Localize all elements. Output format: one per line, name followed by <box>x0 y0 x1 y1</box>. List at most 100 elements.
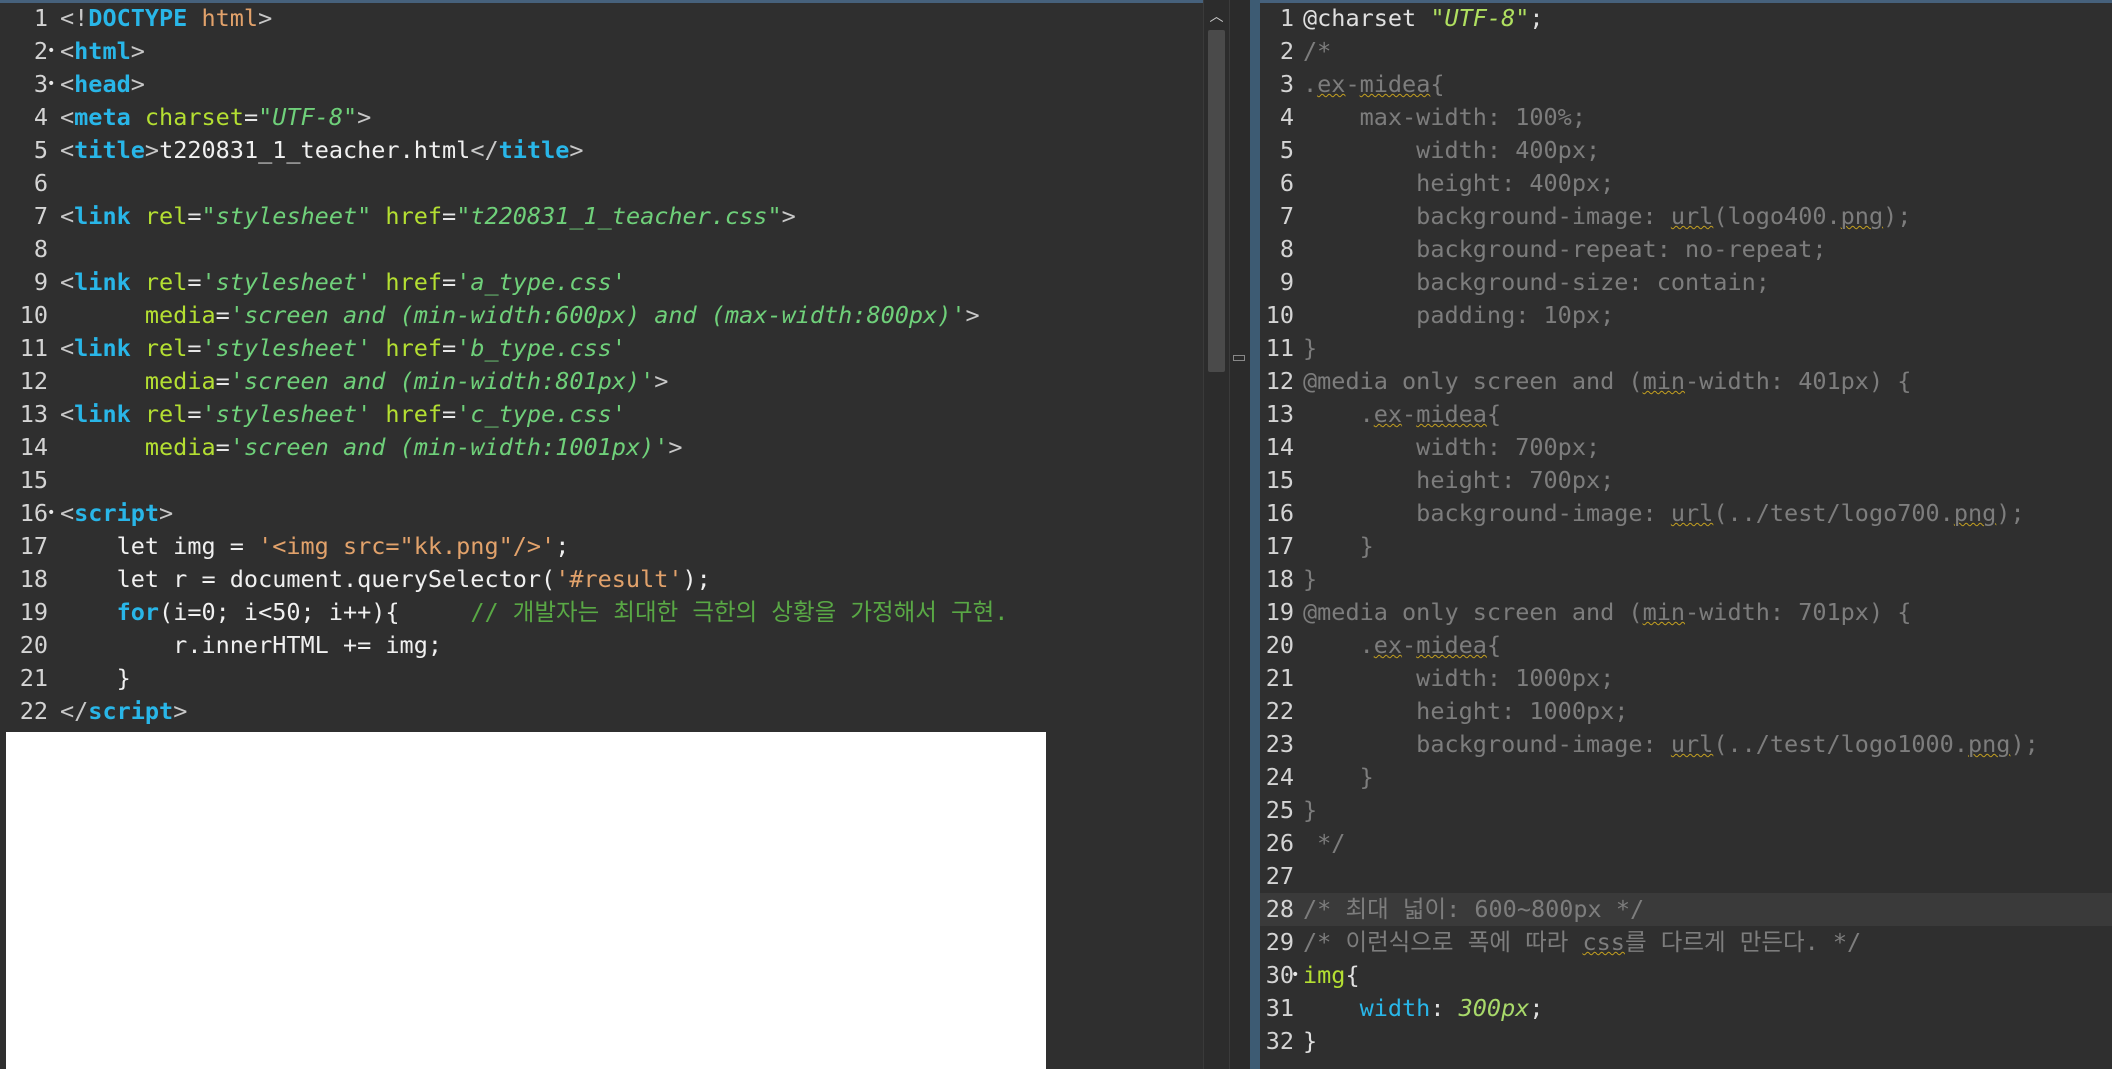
code-comment: @media only screen and ( <box>1303 598 1643 626</box>
code-line[interactable]: 32} <box>1250 1025 2112 1058</box>
code-token: > <box>668 433 683 461</box>
css-code-area[interactable]: 1 @charset "UTF-8"; 2/* 3 .ex-midea{ 4 max… <box>1250 2 2112 1058</box>
code-line[interactable]: 18 let r = document.querySelector('#resu… <box>0 563 1205 596</box>
code-line[interactable]: 1 <!DOCTYPE html> <box>0 2 1205 35</box>
code-line[interactable]: 26 */ <box>1250 827 2112 860</box>
code-line[interactable]: 23 background-image: url(../test/logo100… <box>1250 728 2112 761</box>
code-line[interactable]: 29/* 이런식으로 폭에 따라 css를 다르게 만든다. */ <box>1250 926 2112 959</box>
code-line[interactable]: 5 <title>t220831_1_teacher.html</title> <box>0 134 1205 167</box>
code-comment: ); <box>2010 730 2039 758</box>
css-editor-pane[interactable]: 1 @charset "UTF-8"; 2/* 3 .ex-midea{ 4 max… <box>1250 0 2112 1069</box>
code-line[interactable]: 2/* <box>1250 35 2112 68</box>
code-line[interactable]: 4 <meta charset="UTF-8"> <box>0 101 1205 134</box>
code-line[interactable]: 13 <link rel='stylesheet' href='c_type.cs… <box>0 398 1205 431</box>
code-token: html <box>187 4 259 32</box>
code-line[interactable]: 20 r.innerHTML += img; <box>0 629 1205 662</box>
code-line[interactable]: 12 @media only screen and (min-width: 401… <box>1250 365 2112 398</box>
scrollbar-thumb[interactable] <box>1208 30 1225 372</box>
code-line[interactable]: 8 <box>0 233 1205 266</box>
code-comment: // 개발자는 최대한 극한의 상황을 가정해서 구현. <box>470 598 1009 626</box>
code-line[interactable]: 15 <box>0 464 1205 497</box>
html-code-area[interactable]: 1 <!DOCTYPE html> 2 • <html> 3 • <head> 4 <met… <box>0 2 1205 728</box>
code-token: = <box>442 400 457 428</box>
code-comment: } <box>1303 796 1318 824</box>
code-line[interactable]: 19 @media only screen and (min-width: 701… <box>1250 596 2112 629</box>
code-line[interactable]: 27 <box>1250 860 2112 893</box>
code-line[interactable]: 5 width: 400px; <box>1250 134 2112 167</box>
code-line[interactable]: 31 width: 300px; <box>1250 992 2112 1025</box>
fold-marker[interactable]: • <box>1291 959 1299 992</box>
code-token: 'screen and (min-width:801px)' <box>229 367 655 395</box>
code-line[interactable]: 17 let img = '<img src="kk.png"/>'; <box>0 530 1205 563</box>
code-token: href <box>371 334 443 362</box>
code-line[interactable]: 13 .ex-midea{ <box>1250 398 2112 431</box>
code-line[interactable]: 19 for(i=0; i<50; i++){ // 개발자는 최대한 극한의 … <box>0 596 1205 629</box>
code-line[interactable]: 7 <link rel="stylesheet" href="t220831_1_… <box>0 200 1205 233</box>
overview-ruler[interactable] <box>1229 0 1251 1069</box>
code-comment: . <box>1303 631 1374 659</box>
code-line[interactable]: 9 <link rel='stylesheet' href='a_type.css… <box>0 266 1205 299</box>
code-line[interactable]: 15 height: 700px; <box>1250 464 2112 497</box>
code-line[interactable]: 14 media='screen and (min-width:1001px)'… <box>0 431 1205 464</box>
code-token: link <box>74 334 131 362</box>
code-token: } <box>1303 1027 1318 1055</box>
code-line[interactable]: 3 .ex-midea{ <box>1250 68 2112 101</box>
code-comment: height: 700px; <box>1303 466 1615 494</box>
code-line[interactable]: 21 width: 1000px; <box>1250 662 2112 695</box>
code-line[interactable]: 4 max-width: 100%; <box>1250 101 2112 134</box>
fold-marker[interactable]: • <box>47 68 55 101</box>
code-token: href <box>371 400 443 428</box>
browser-preview-area[interactable] <box>6 732 1046 1069</box>
code-line[interactable]: 8 background-repeat: no-repeat; <box>1250 233 2112 266</box>
code-comment: png <box>1953 499 1997 527</box>
code-token: = <box>243 103 259 131</box>
code-line-current[interactable]: 28/* 최대 넓이: 600~800px */ <box>1250 893 2112 926</box>
code-line[interactable]: 14 width: 700px; <box>1250 431 2112 464</box>
code-line[interactable]: 24 } <box>1250 761 2112 794</box>
line-number: 1 <box>33 4 48 32</box>
code-line[interactable]: 22 </script> <box>0 695 1205 728</box>
code-token: < <box>60 499 75 527</box>
scroll-up-icon[interactable]: ︿ <box>1204 4 1229 30</box>
code-line[interactable]: 16 background-image: url(../test/logo700… <box>1250 497 2112 530</box>
code-comment: width: 400px; <box>1303 136 1601 164</box>
code-line[interactable]: 10 media='screen and (min-width:600px) a… <box>0 299 1205 332</box>
code-line[interactable]: 18} <box>1250 563 2112 596</box>
code-line[interactable]: 21 } <box>0 662 1205 695</box>
code-comment: @media only screen and ( <box>1303 367 1643 395</box>
code-token: title <box>74 136 145 164</box>
code-line[interactable]: 20 .ex-midea{ <box>1250 629 2112 662</box>
code-line[interactable]: 16 • <script> <box>0 497 1205 530</box>
code-line[interactable]: 11} <box>1250 332 2112 365</box>
code-line[interactable]: 3 • <head> <box>0 68 1205 101</box>
code-line[interactable]: 25} <box>1250 794 2112 827</box>
code-token: < <box>60 103 75 131</box>
fold-marker[interactable]: • <box>47 497 55 530</box>
line-number: 19 <box>19 598 48 626</box>
code-token: link <box>74 268 131 296</box>
code-comment: /* 최대 넓이: 600~800px */ <box>1303 895 1645 923</box>
code-comment: background-repeat: no-repeat; <box>1303 235 1827 263</box>
code-line[interactable]: 10 padding: 10px; <box>1250 299 2112 332</box>
code-line[interactable]: 12 media='screen and (min-width:801px)'> <box>0 365 1205 398</box>
code-comment: (../test/logo700. <box>1713 499 1954 527</box>
code-token: meta <box>74 103 131 131</box>
code-line[interactable]: 11 <link rel='stylesheet' href='b_type.cs… <box>0 332 1205 365</box>
code-line[interactable]: 6 <box>0 167 1205 200</box>
code-token: 300px <box>1458 994 1530 1022</box>
code-token: link <box>74 400 131 428</box>
code-line[interactable]: 30 • img{ <box>1250 959 2112 992</box>
html-editor-pane[interactable]: 1 <!DOCTYPE html> 2 • <html> 3 • <head> 4 <met… <box>0 0 1205 1069</box>
code-line[interactable]: 7 background-image: url(logo400.png); <box>1250 200 2112 233</box>
code-comment: /* <box>1303 37 1332 65</box>
code-line[interactable]: 9 background-size: contain; <box>1250 266 2112 299</box>
code-comment: } <box>1303 565 1318 593</box>
code-token: = <box>187 400 202 428</box>
code-line[interactable]: 1 @charset "UTF-8"; <box>1250 2 2112 35</box>
code-line[interactable]: 22 height: 1000px; <box>1250 695 2112 728</box>
code-line[interactable]: 17 } <box>1250 530 2112 563</box>
fold-marker[interactable]: • <box>47 35 55 68</box>
code-line[interactable]: 6 height: 400px; <box>1250 167 2112 200</box>
vertical-scrollbar[interactable]: ︿ <box>1203 0 1229 1069</box>
code-line[interactable]: 2 • <html> <box>0 35 1205 68</box>
